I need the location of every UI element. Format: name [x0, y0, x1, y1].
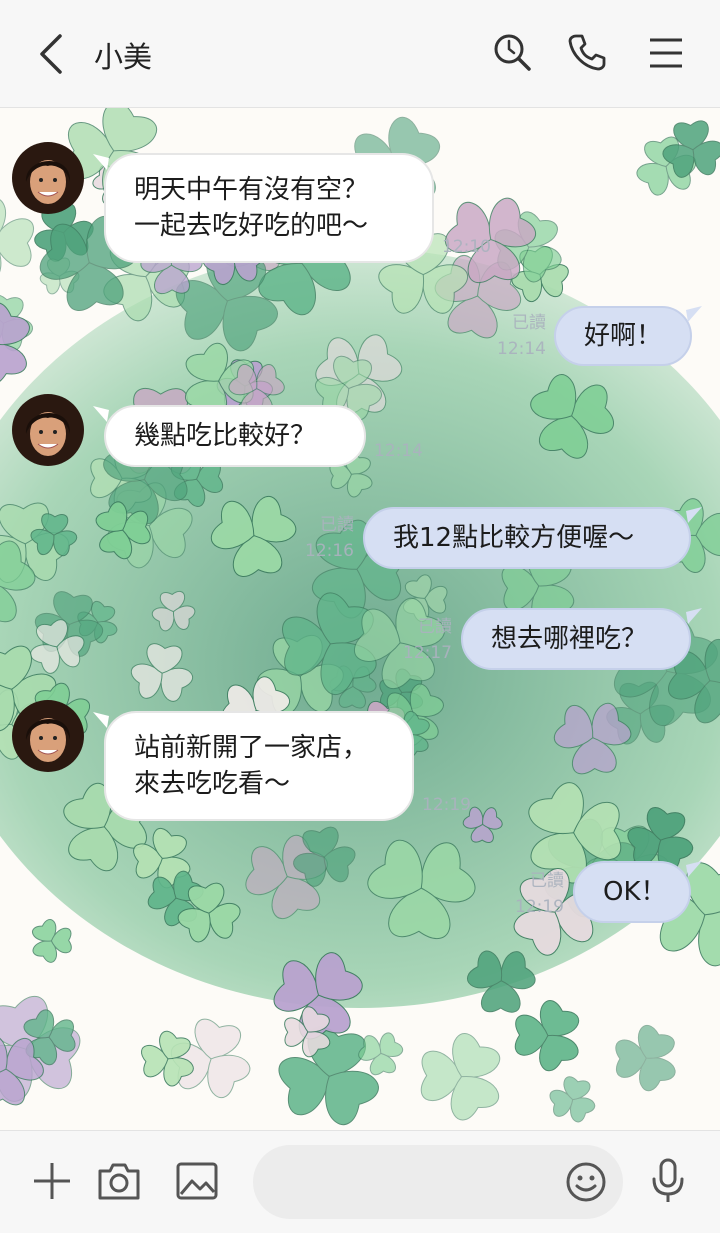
- message-time: 12:14: [374, 441, 423, 461]
- message-bubble-incoming[interactable]: 站前新開了一家店， 來去吃吃看〜: [104, 711, 414, 821]
- chat-area[interactable]: 明天中午有沒有空？ 一起去吃好吃的吧〜 12:10 好啊！ 已讀 12:14 幾…: [0, 108, 720, 1130]
- message-bubble-outgoing[interactable]: 我12點比較方便喔〜: [363, 507, 691, 569]
- message-time: 12:19: [422, 795, 471, 815]
- menu-icon[interactable]: [646, 32, 686, 72]
- bubble-tail: [686, 861, 702, 877]
- message-bubble-incoming[interactable]: 幾點吃比較好？: [104, 405, 366, 467]
- message-bubble-outgoing[interactable]: 好啊！: [554, 306, 692, 366]
- chat-header: 小美: [0, 0, 720, 108]
- message-time: 12:10: [442, 237, 491, 257]
- bubble-tail: [93, 154, 109, 170]
- bubble-tail: [686, 608, 702, 624]
- contact-avatar[interactable]: [12, 394, 84, 466]
- message-bubble-outgoing[interactable]: OK！: [573, 861, 691, 923]
- message-time: 12:19: [515, 897, 564, 917]
- message-bubble-outgoing[interactable]: 想去哪裡吃？: [461, 608, 691, 670]
- avatar-photo: [12, 142, 84, 214]
- message-text: 明天中午有沒有空？ 一起去吃好吃的吧〜: [134, 175, 369, 241]
- message-text: 站前新開了一家店， 來去吃吃看〜: [134, 733, 369, 799]
- avatar-photo: [12, 394, 84, 466]
- contact-avatar[interactable]: [12, 700, 84, 772]
- contact-avatar[interactable]: [12, 142, 84, 214]
- bubble-tail: [686, 507, 702, 523]
- message-text: 好啊！: [584, 321, 663, 351]
- image-icon[interactable]: [175, 1161, 219, 1201]
- message-text: OK！: [603, 877, 667, 907]
- message-text: 幾點吃比較好？: [134, 421, 317, 451]
- plus-icon[interactable]: [32, 1161, 72, 1201]
- back-icon[interactable]: [30, 30, 70, 78]
- phone-icon[interactable]: [567, 32, 607, 72]
- microphone-icon[interactable]: [650, 1157, 686, 1205]
- message-time: 12:16: [305, 541, 354, 561]
- read-receipt: 已讀: [320, 515, 354, 535]
- message-composer: [0, 1130, 720, 1233]
- bubble-tail: [93, 712, 109, 728]
- bubble-tail: [686, 306, 702, 322]
- message-text: 我12點比較方便喔〜: [393, 523, 635, 553]
- message-time: 12:17: [403, 643, 452, 663]
- read-receipt: 已讀: [418, 617, 452, 637]
- search-icon[interactable]: [492, 32, 532, 72]
- emoji-icon[interactable]: [565, 1161, 607, 1203]
- bubble-tail: [93, 406, 109, 422]
- message-bubble-incoming[interactable]: 明天中午有沒有空？ 一起去吃好吃的吧〜: [104, 153, 434, 263]
- message-time: 12:14: [497, 339, 546, 359]
- avatar-photo: [12, 700, 84, 772]
- read-receipt: 已讀: [512, 313, 546, 333]
- read-receipt: 已讀: [530, 871, 564, 891]
- camera-icon[interactable]: [97, 1161, 141, 1201]
- message-input[interactable]: [253, 1145, 623, 1219]
- message-text: 想去哪裡吃？: [491, 624, 648, 654]
- chat-title: 小美: [94, 40, 153, 74]
